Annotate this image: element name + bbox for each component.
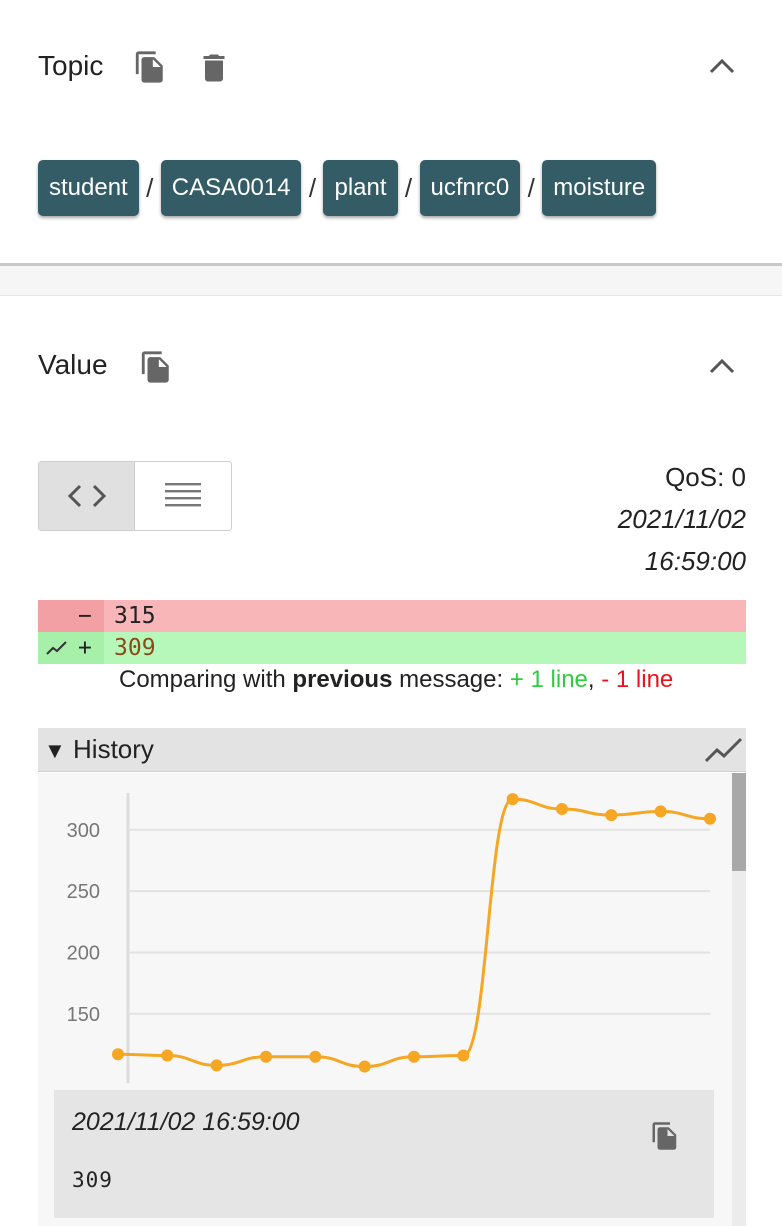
data-point (704, 812, 716, 825)
compare-bold: previous (292, 666, 393, 693)
data-point (309, 1050, 322, 1063)
message-time: 16:59:00 (644, 546, 746, 576)
chart-line-icon[interactable] (46, 640, 68, 656)
data-point (408, 1050, 420, 1063)
tooltip-date: 2021/11/02 16:59:00 (72, 1108, 300, 1136)
copy-tooltip-icon[interactable] (650, 1120, 680, 1152)
data-point (260, 1050, 272, 1063)
topic-separator: / (308, 172, 317, 203)
data-point (210, 1059, 223, 1072)
tooltip-value: 309 (72, 1168, 113, 1192)
code-view-button[interactable] (39, 462, 135, 530)
series-line (117, 797, 711, 1069)
expand-arrow-icon: ▼ (44, 738, 66, 763)
topic-segment[interactable]: CASA0014 (160, 160, 302, 216)
diff-removed-value: 315 (114, 603, 156, 629)
data-point (112, 1048, 124, 1061)
compare-summary: Comparing with previous message: + 1 lin… (119, 666, 673, 694)
view-mode-toggle (38, 461, 232, 531)
topic-segment[interactable]: plant (323, 160, 398, 216)
y-tick-label: 300 (67, 820, 100, 842)
lines-icon (165, 483, 201, 507)
topic-title: Topic (38, 50, 104, 81)
compare-suffix: message: (392, 666, 510, 693)
value-title: Value (38, 349, 108, 380)
topic-segment[interactable]: ucfnrc0 (419, 160, 521, 216)
copy-value-icon[interactable] (139, 348, 173, 386)
topic-breadcrumb: student / CASA0014 / plant / ucfnrc0 / m… (38, 160, 657, 216)
chart-toggle-icon[interactable] (704, 736, 744, 764)
copy-icon[interactable] (133, 48, 167, 86)
collapse-value-chevron-icon[interactable] (708, 356, 736, 376)
scrollbar-thumb[interactable] (732, 773, 746, 871)
section-gap (0, 266, 782, 296)
data-point (358, 1060, 371, 1073)
y-tick-label: 200 (67, 942, 100, 964)
compare-removed: - 1 line (601, 666, 674, 693)
diff-added-value: 309 (114, 635, 156, 661)
compare-prefix: Comparing with (119, 666, 293, 693)
data-point (605, 809, 618, 822)
topic-separator: / (527, 172, 535, 203)
y-tick-label: 150 (67, 1004, 100, 1026)
diff-gutter: + (38, 632, 104, 664)
history-title: ▼ History (44, 734, 154, 765)
history-label: History (73, 734, 154, 764)
message-date: 2021/11/02 (617, 504, 746, 534)
delete-icon[interactable] (196, 48, 232, 88)
history-tooltip: 2021/11/02 16:59:00 309 (54, 1090, 714, 1218)
diff-added-line: + 309 (38, 632, 746, 664)
y-tick-label: 250 (67, 881, 100, 903)
data-point (556, 802, 568, 815)
topic-section: Topic student / CASA0014 / plant / ucfnr… (0, 0, 782, 264)
compare-comma: , (587, 666, 595, 693)
data-point (161, 1049, 174, 1062)
code-icon (67, 484, 106, 508)
collapse-topic-chevron-icon[interactable] (708, 56, 736, 76)
data-point (654, 805, 667, 818)
data-point (457, 1049, 470, 1062)
raw-view-button[interactable] (135, 462, 231, 530)
diff-added-sign: + (78, 635, 92, 661)
history-scrollbar[interactable] (732, 773, 746, 1226)
diff-removed-sign: − (78, 603, 92, 629)
diff-gutter: − (38, 600, 104, 632)
compare-added: + 1 line (509, 666, 588, 693)
history-header[interactable]: ▼ History (38, 728, 746, 772)
topic-separator: / (404, 172, 413, 203)
qos-label: QoS: 0 (665, 462, 746, 492)
diff-removed-line: − 315 (38, 600, 746, 632)
data-point (506, 793, 519, 806)
topic-segment[interactable]: student (38, 160, 139, 216)
topic-separator: / (146, 172, 154, 203)
topic-segment[interactable]: moisture (542, 160, 657, 216)
